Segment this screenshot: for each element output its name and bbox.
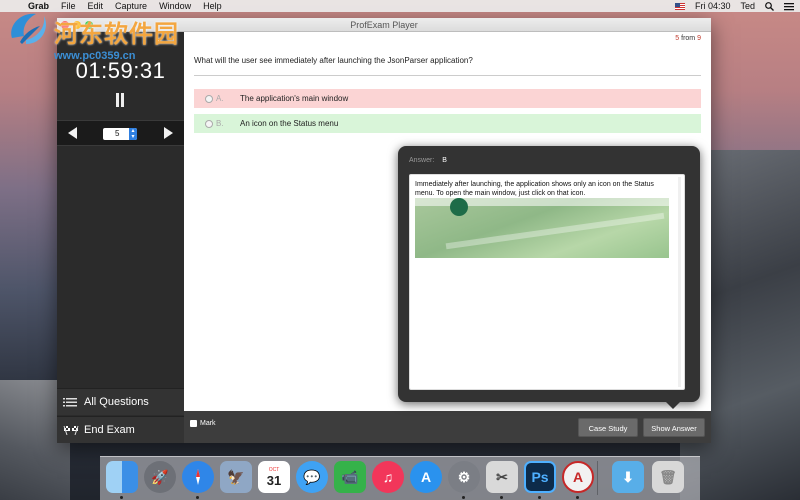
dock-separator	[597, 461, 598, 495]
itunes-icon[interactable]: ♫	[372, 461, 404, 493]
question-navigator: 5 ▴ ▾	[57, 120, 184, 146]
next-question-icon[interactable]	[164, 127, 173, 139]
compass-icon	[196, 469, 200, 485]
answer-header: Answer: B	[409, 157, 447, 164]
photoshop-running-indicator	[538, 496, 541, 499]
watermark-url: www.pc0359.cn	[54, 50, 136, 62]
menu-user[interactable]: Ted	[740, 1, 755, 11]
answer-popover: Answer: B Immediately after launching, th…	[398, 146, 700, 409]
menu-help[interactable]: Help	[203, 1, 222, 11]
trash-icon[interactable]: 🗑	[652, 461, 684, 493]
option-a-letter: A.	[216, 94, 224, 103]
all-questions-button[interactable]: All Questions	[57, 388, 184, 415]
counter-separator: from	[681, 35, 696, 42]
case-study-button[interactable]: Case Study	[578, 418, 638, 437]
checkered-flags-icon	[63, 425, 79, 435]
answer-option-a[interactable]: A. The application's main window	[194, 89, 701, 108]
status-menu-screenshot-image	[415, 198, 669, 258]
question-number-field[interactable]: 5 ▴ ▾	[103, 128, 137, 140]
notification-center-icon[interactable]	[784, 2, 794, 11]
answer-label: Answer:	[409, 157, 435, 164]
all-questions-label: All Questions	[84, 396, 149, 408]
counter-total: 9	[697, 35, 701, 42]
sidebar: 01:59:31 5 ▴ ▾ All Questions End Exam	[57, 32, 184, 443]
profexam-icon[interactable]: A	[562, 461, 594, 493]
grab-icon[interactable]: ✂	[486, 461, 518, 493]
question-counter: 5 from 9	[675, 35, 701, 42]
previous-question-icon[interactable]	[68, 127, 77, 139]
answer-option-b[interactable]: B. An icon on the Status menu	[194, 114, 701, 133]
option-b-radio[interactable]	[205, 119, 213, 128]
pause-icon[interactable]	[114, 93, 126, 107]
preview-icon[interactable]: 🦅	[220, 461, 252, 493]
menu-window[interactable]: Window	[159, 1, 191, 11]
facetime-icon[interactable]: 📹	[334, 461, 366, 493]
option-a-radio[interactable]	[205, 94, 213, 103]
answer-scrollbar[interactable]	[678, 177, 681, 387]
option-a-text: The application's main window	[240, 94, 349, 103]
window-title: ProfExam Player	[350, 20, 418, 30]
question-divider	[194, 75, 701, 76]
calendar-icon[interactable]: OCT 31	[258, 461, 290, 493]
launchpad-icon[interactable]: 🚀	[144, 461, 176, 493]
safari-icon[interactable]	[182, 461, 214, 493]
option-b-letter: B.	[216, 119, 224, 128]
safari-running-indicator	[196, 496, 199, 499]
menu-file[interactable]: File	[61, 1, 76, 11]
menu-edit[interactable]: Edit	[88, 1, 104, 11]
profexam-running-indicator	[576, 496, 579, 499]
answer-explanation: Immediately after launching, the applica…	[415, 181, 654, 197]
spotlight-search-icon[interactable]	[765, 1, 774, 11]
dock: 🚀 🦅 OCT 31 💬 📹 ♫ A ⚙ ✂ Ps A ⬇ 🗑	[100, 456, 700, 500]
screenshot-leaf-streak	[445, 212, 665, 250]
status-menu-app-icon	[450, 198, 468, 216]
end-exam-label: End Exam	[84, 424, 135, 436]
menu-capture[interactable]: Capture	[115, 1, 147, 11]
grab-running-indicator	[500, 496, 503, 499]
question-stepper-icon[interactable]: ▴ ▾	[129, 128, 137, 140]
watermark-title: 河东软件园	[54, 21, 179, 48]
mark-checkbox[interactable]: Mark	[190, 420, 216, 427]
option-b-text: An icon on the Status menu	[240, 119, 339, 128]
counter-current: 5	[675, 35, 680, 42]
calendar-day: 31	[266, 472, 282, 488]
finder-running-indicator	[120, 496, 123, 499]
question-number-value: 5	[115, 129, 120, 138]
watermark-logo-icon	[11, 13, 46, 44]
app-store-icon[interactable]: A	[410, 461, 442, 493]
mark-label: Mark	[200, 420, 216, 427]
photoshop-icon[interactable]: Ps	[524, 461, 556, 493]
bottom-toolbar: Mark Case Study Show Answer	[184, 411, 711, 443]
show-answer-button[interactable]: Show Answer	[643, 418, 705, 437]
answer-value: B	[442, 157, 447, 164]
answer-explanation-box: Immediately after launching, the applica…	[409, 174, 685, 390]
menu-clock[interactable]: Fri 04:30	[695, 1, 731, 11]
mark-checkbox-box[interactable]	[190, 420, 197, 427]
input-source-flag-icon[interactable]	[674, 2, 685, 10]
end-exam-button[interactable]: End Exam	[57, 416, 184, 443]
messages-icon[interactable]: 💬	[296, 461, 328, 493]
question-text: What will the user see immediately after…	[194, 56, 473, 65]
finder-icon[interactable]	[106, 461, 138, 493]
system-preferences-running-indicator	[462, 496, 465, 499]
system-preferences-icon[interactable]: ⚙	[448, 461, 480, 493]
menu-bar: Grab File Edit Capture Window Help Fri 0…	[0, 0, 800, 12]
downloads-folder-icon[interactable]: ⬇	[612, 461, 644, 493]
list-icon	[63, 398, 77, 407]
